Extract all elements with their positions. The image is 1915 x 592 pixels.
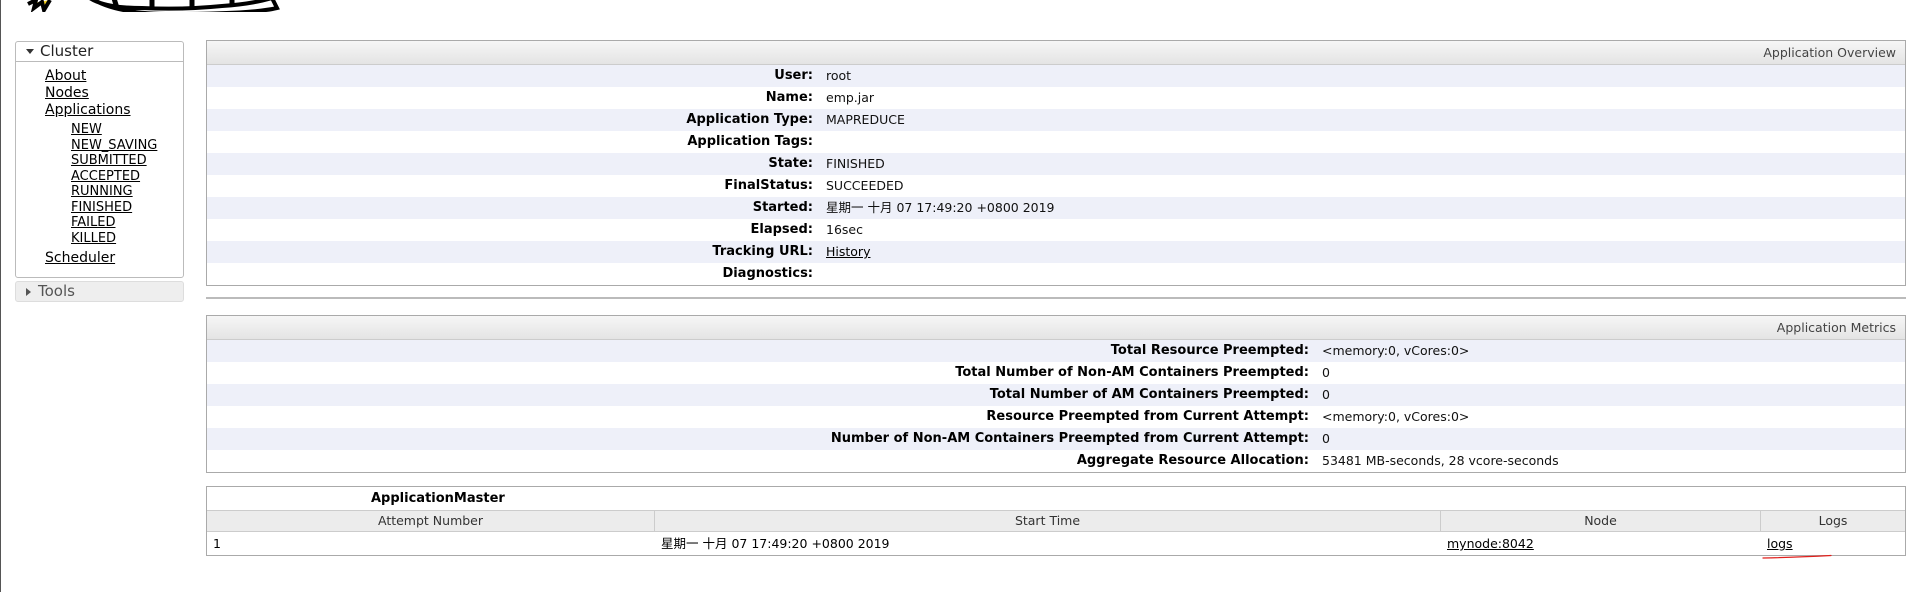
sidebar-item-scheduler[interactable]: Scheduler <box>45 250 183 267</box>
column-header-attempt[interactable]: Attempt Number <box>207 511 655 531</box>
metric-row: Total Number of Non-AM Containers Preemp… <box>207 362 1905 384</box>
overview-title: Application Overview <box>207 41 1905 65</box>
table-header: Attempt Number Start Time Node Logs <box>207 510 1905 532</box>
metric-row: Number of Non-AM Containers Preempted fr… <box>207 428 1905 450</box>
row-value: 16sec <box>826 222 863 237</box>
info-row-user: User: root <box>207 65 1905 87</box>
application-master-table: ApplicationMaster Attempt Number Start T… <box>206 486 1906 556</box>
row-value: emp.jar <box>826 90 875 105</box>
sidebar-item-failed[interactable]: FAILED <box>71 215 183 231</box>
info-row-started: Started: 星期一 十月 07 17:49:20 +0800 2019 <box>207 197 1905 219</box>
info-row-application-tags: Application Tags: <box>207 131 1905 153</box>
cluster-label: Cluster <box>40 42 94 60</box>
table-row: 1 星期一 十月 07 17:49:20 +0800 2019 mynode:8… <box>207 532 1905 555</box>
row-value: MAPREDUCE <box>826 112 905 127</box>
sidebar-item-new-saving[interactable]: NEW_SAVING <box>71 138 183 154</box>
info-row-elapsed: Elapsed: 16sec <box>207 219 1905 241</box>
logs-link[interactable]: logs <box>1767 536 1793 551</box>
row-label: Tracking URL: <box>712 244 813 259</box>
info-row-state: State: FINISHED <box>207 153 1905 175</box>
cluster-section: Cluster About Nodes Applications NEW NEW… <box>15 41 184 278</box>
node-link[interactable]: mynode:8042 <box>1447 536 1534 551</box>
row-value: <memory:0, vCores:0> <box>1322 343 1470 358</box>
row-value: 星期一 十月 07 17:49:20 +0800 2019 <box>826 200 1055 215</box>
row-label: Total Number of AM Containers Preempted: <box>989 387 1309 402</box>
row-label: Elapsed: <box>750 222 813 237</box>
sidebar-nav: Cluster About Nodes Applications NEW NEW… <box>15 41 184 302</box>
sidebar-item-new[interactable]: NEW <box>71 122 183 138</box>
sidebar-item-applications[interactable]: Applications <box>45 102 183 119</box>
info-row-diagnostics: Diagnostics: <box>207 263 1905 285</box>
row-label: Application Type: <box>686 112 813 127</box>
column-header-node[interactable]: Node <box>1441 511 1761 531</box>
row-value: 53481 MB-seconds, 28 vcore-seconds <box>1322 453 1559 468</box>
tools-label: Tools <box>38 282 75 300</box>
row-value <box>823 131 826 153</box>
column-header-logs[interactable]: Logs <box>1761 511 1905 531</box>
row-label: Application Tags: <box>687 134 813 149</box>
sidebar-item-accepted[interactable]: ACCEPTED <box>71 169 183 185</box>
red-underline-annotation <box>1762 554 1832 559</box>
sidebar-item-killed[interactable]: KILLED <box>71 231 183 247</box>
sidebar-item-nodes[interactable]: Nodes <box>45 85 183 102</box>
row-value: 0 <box>1322 365 1330 380</box>
chevron-right-icon <box>26 287 31 296</box>
sidebar-item-submitted[interactable]: SUBMITTED <box>71 153 183 169</box>
row-label: Number of Non-AM Containers Preempted fr… <box>830 431 1309 446</box>
cluster-header[interactable]: Cluster <box>16 42 183 62</box>
section-divider <box>206 297 1906 299</box>
row-value: <memory:0, vCores:0> <box>1322 409 1470 424</box>
row-label: State: <box>768 156 813 171</box>
tools-section-header[interactable]: Tools <box>15 281 184 302</box>
metrics-title: Application Metrics <box>207 316 1905 340</box>
info-row-final-status: FinalStatus: SUCCEEDED <box>207 175 1905 197</box>
row-value: SUCCEEDED <box>826 178 904 193</box>
row-label: Diagnostics: <box>722 266 813 281</box>
sidebar-item-running[interactable]: RUNNING <box>71 184 183 200</box>
window-edge <box>0 0 1 592</box>
attempt-number-cell: 1 <box>213 536 221 551</box>
app-state-list: NEW NEW_SAVING SUBMITTED ACCEPTED RUNNIN… <box>45 122 183 246</box>
row-label: User: <box>774 68 813 83</box>
info-row-tracking-url: Tracking URL: History <box>207 241 1905 263</box>
row-label: Aggregate Resource Allocation: <box>1076 453 1309 468</box>
row-label: Started: <box>752 200 813 215</box>
chevron-down-icon <box>26 49 34 54</box>
column-header-start-time[interactable]: Start Time <box>655 511 1441 531</box>
row-value: FINISHED <box>826 156 885 171</box>
row-value: 0 <box>1322 431 1330 446</box>
sidebar-item-finished[interactable]: FINISHED <box>71 200 183 216</box>
table-caption: ApplicationMaster <box>371 491 505 506</box>
application-metrics-panel: Application Metrics Total Resource Preem… <box>206 315 1906 473</box>
start-time-cell: 星期一 十月 07 17:49:20 +0800 2019 <box>661 536 890 551</box>
sidebar-item-about[interactable]: About <box>45 68 183 85</box>
metric-row: Total Number of AM Containers Preempted:… <box>207 384 1905 406</box>
metric-row: Resource Preempted from Current Attempt:… <box>207 406 1905 428</box>
history-link[interactable]: History <box>826 244 870 259</box>
row-value <box>823 263 826 285</box>
application-overview-panel: Application Overview User: root Name: emp.… <box>206 40 1906 286</box>
info-row-name: Name: emp.jar <box>207 87 1905 109</box>
info-row-application-type: Application Type: MAPREDUCE <box>207 109 1905 131</box>
row-label: Total Number of Non-AM Containers Preemp… <box>955 365 1309 380</box>
row-label: Total Resource Preempted: <box>1110 343 1309 358</box>
row-value: 0 <box>1322 387 1330 402</box>
row-label: Resource Preempted from Current Attempt: <box>986 409 1309 424</box>
metric-row: Aggregate Resource Allocation: 53481 MB-s… <box>207 450 1905 472</box>
row-label: FinalStatus: <box>724 178 813 193</box>
metric-row: Total Resource Preempted: <memory:0, vCor… <box>207 340 1905 362</box>
row-label: Name: <box>765 90 813 105</box>
hadoop-logo <box>27 0 280 12</box>
row-value: root <box>826 68 852 83</box>
